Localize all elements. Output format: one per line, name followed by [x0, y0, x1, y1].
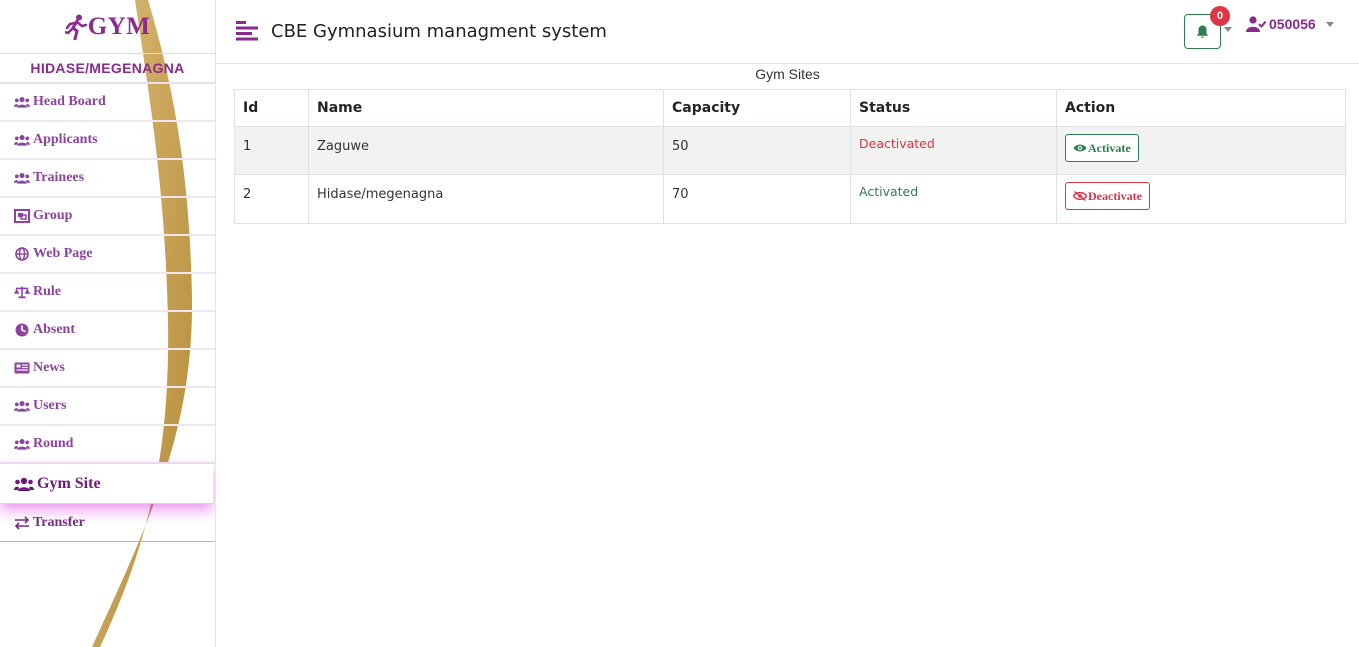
- sidebar-item-label: Applicants: [33, 132, 98, 147]
- sidebar-item-label: Absent: [33, 322, 76, 337]
- notifications-dropdown-caret[interactable]: [1224, 27, 1232, 32]
- user-check-icon: [1246, 16, 1266, 32]
- cell-name: Hidase/megenagna: [308, 174, 664, 224]
- notification-count-badge: 0: [1210, 6, 1230, 26]
- sidebar-item-applicants[interactable]: Applicants: [0, 122, 215, 160]
- sidebar-item-absent[interactable]: Absent: [0, 312, 215, 350]
- activate-button-label: Activate: [1088, 140, 1131, 155]
- users-icon: [14, 95, 30, 109]
- sidebar-item-label: Group: [33, 208, 73, 223]
- exchange-icon: [14, 515, 30, 530]
- column-header-action: Action: [1056, 89, 1346, 127]
- users-icon: [14, 437, 30, 451]
- cell-action: Deactivate: [1056, 174, 1346, 224]
- eye-icon: [1073, 144, 1087, 152]
- cell-id-text: 1: [243, 139, 252, 154]
- deactivate-button[interactable]: Deactivate: [1065, 182, 1150, 210]
- cell-status: Activated: [850, 174, 1057, 224]
- brand-text: GYM: [87, 12, 151, 40]
- cell-capacity-text: 70: [672, 187, 689, 202]
- cell-status: Deactivated: [850, 126, 1057, 175]
- cell-action: Activate: [1056, 126, 1346, 175]
- cell-name-text: Hidase/megenagna: [317, 187, 444, 202]
- bell-icon: [1196, 25, 1209, 38]
- sidebar-item-gym-site[interactable]: Gym Site: [0, 464, 213, 504]
- users-icon: [14, 133, 30, 147]
- status-text: Activated: [859, 184, 919, 199]
- users-icon: [14, 399, 30, 413]
- app-title: CBE Gymnasium managment system: [271, 21, 607, 42]
- status-text: Deactivated: [859, 136, 935, 151]
- topbar: CBE Gymnasium managment system 0 050056: [216, 0, 1359, 64]
- column-header-id: Id: [234, 89, 309, 127]
- table-header-row: Id Name Capacity Status Action: [234, 89, 1346, 127]
- sidebar-item-label: Rule: [33, 284, 61, 299]
- sidebar-item-label: Head Board: [33, 94, 106, 109]
- sidebar: GYM HIDASE/MEGENAGNA Head Board Applican…: [0, 0, 216, 647]
- running-person-icon: [64, 14, 87, 40]
- sidebar-item-label: Round: [33, 436, 74, 451]
- cell-id-text: 2: [243, 187, 252, 202]
- sidebar-item-news[interactable]: News: [0, 350, 215, 388]
- current-site-name: HIDASE/MEGENAGNA: [0, 54, 215, 84]
- sidebar-item-users[interactable]: Users: [0, 388, 215, 426]
- eye-slash-icon: [1073, 190, 1087, 202]
- gym-sites-table: Id Name Capacity Status Action 1 Zaguwe …: [234, 89, 1346, 224]
- chevron-down-icon: [1325, 21, 1334, 27]
- sidebar-item-label: Web Page: [33, 246, 93, 261]
- sidebar-item-label: Trainees: [33, 170, 85, 185]
- sidebar-item-label: Transfer: [33, 514, 85, 530]
- cell-capacity: 50: [663, 126, 851, 175]
- main-content: Gym Sites Id Name Capacity Status Action…: [216, 65, 1359, 224]
- sidebar-item-web-page[interactable]: Web Page: [0, 236, 215, 274]
- user-id: 050056: [1269, 16, 1316, 32]
- sidebar-item-round[interactable]: Round: [0, 426, 215, 464]
- cell-name-text: Zaguwe: [317, 139, 369, 154]
- column-header-status: Status: [850, 89, 1057, 127]
- users-icon: [14, 476, 34, 492]
- scale-icon: [14, 285, 30, 299]
- cell-name: Zaguwe: [308, 126, 664, 175]
- cell-capacity: 70: [663, 174, 851, 224]
- sidebar-item-label: Users: [33, 398, 67, 413]
- sidebar-item-label: Gym Site: [37, 474, 101, 492]
- sidebar-item-label: News: [33, 360, 65, 375]
- sidebar-item-group[interactable]: Group: [0, 198, 215, 236]
- table-caption: Gym Sites: [755, 66, 820, 82]
- cell-id: 1: [234, 126, 309, 175]
- globe-icon: [14, 247, 30, 261]
- clock-icon: [14, 323, 30, 337]
- newspaper-icon: [14, 361, 30, 375]
- user-menu[interactable]: 050056: [1246, 16, 1334, 32]
- menu-toggle-icon[interactable]: [236, 21, 258, 41]
- sidebar-item-rule[interactable]: Rule: [0, 274, 215, 312]
- object-group-icon: [14, 209, 30, 223]
- sidebar-item-head-board[interactable]: Head Board: [0, 84, 215, 122]
- sidebar-item-transfer[interactable]: Transfer: [0, 504, 215, 542]
- column-header-name: Name: [308, 89, 664, 127]
- deactivate-button-label: Deactivate: [1088, 188, 1142, 203]
- cell-id: 2: [234, 174, 309, 224]
- column-header-capacity: Capacity: [663, 89, 851, 127]
- brand-logo[interactable]: GYM: [0, 0, 215, 54]
- sidebar-nav: Head Board Applicants Trainees Group Web…: [0, 84, 215, 542]
- activate-button[interactable]: Activate: [1065, 134, 1139, 162]
- table-row: 1 Zaguwe 50 Deactivated Activate: [234, 126, 1346, 175]
- cell-capacity-text: 50: [672, 139, 689, 154]
- table-row: 2 Hidase/megenagna 70 Activated Deactiva…: [234, 174, 1346, 224]
- users-icon: [14, 171, 30, 185]
- sidebar-item-trainees[interactable]: Trainees: [0, 160, 215, 198]
